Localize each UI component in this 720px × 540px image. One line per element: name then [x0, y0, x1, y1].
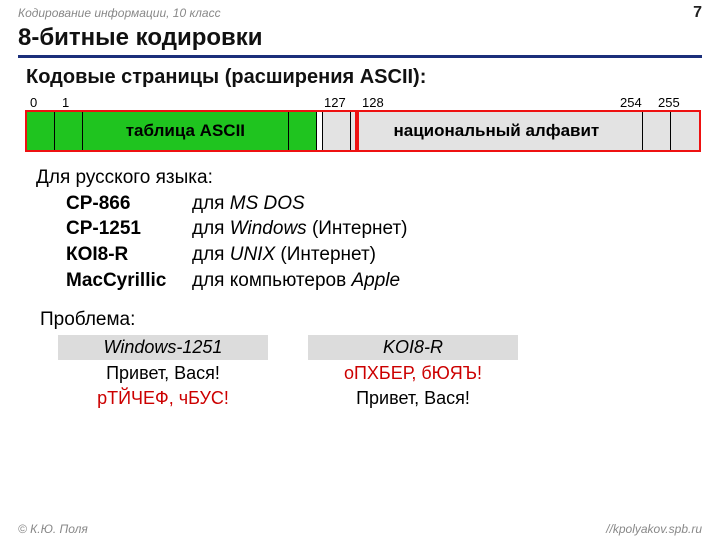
label-0: 0 — [30, 95, 37, 110]
enc-desc: для UNIX (Интернет) — [192, 242, 376, 268]
rus-intro: Для русского языка: — [36, 165, 700, 191]
enc-desc: для MS DOS — [192, 191, 305, 217]
enc-name: CP-866 — [66, 191, 192, 217]
label-254: 254 — [620, 95, 642, 110]
footer-right: //kpolyakov.spb.ru — [606, 522, 702, 536]
enc-row-1: CP-1251 для Windows (Интернет) — [36, 216, 700, 242]
comparison-table: Windows-1251 KOI8-R Привет, Вася! оПХБЕР… — [58, 335, 680, 410]
td-r2c1: рТЙЧЕФ, чБУС! — [58, 387, 268, 410]
slide-title: 8-битные кодировки — [18, 24, 702, 58]
enc-name: CP-1251 — [66, 216, 192, 242]
th-win1251: Windows-1251 — [58, 335, 268, 360]
footer: © К.Ю. Поля //kpolyakov.spb.ru — [18, 522, 702, 536]
slide-header: Кодирование информации, 10 класс 7 — [0, 0, 720, 22]
label-255: 255 — [658, 95, 680, 110]
page-number: 7 — [693, 4, 702, 22]
td-r1c1: Привет, Вася! — [58, 362, 268, 385]
enc-name: MacCyrillic — [66, 268, 192, 294]
course-label: Кодирование информации, 10 класс — [18, 6, 221, 20]
subtitle: Кодовые страницы (расширения ASCII): — [26, 66, 700, 89]
label-127: 127 — [324, 95, 346, 110]
label-1: 1 — [62, 95, 69, 110]
codepage-bar: 0 1 127 128 254 255 таблица ASCII национ… — [26, 95, 700, 151]
enc-row-0: CP-866 для MS DOS — [36, 191, 700, 217]
td-r2c2: Привет, Вася! — [308, 387, 518, 410]
enc-desc: для Windows (Интернет) — [192, 216, 408, 242]
enc-row-2: КОI8-R для UNIX (Интернет) — [36, 242, 700, 268]
enc-name: КОI8-R — [66, 242, 192, 268]
bar-strip: таблица ASCII национальный алфавит — [26, 111, 700, 151]
russian-encodings-section: Для русского языка: CP-866 для MS DOS CP… — [36, 165, 700, 293]
enc-row-3: MacCyrillic для компьютеров Apple — [36, 268, 700, 294]
label-128: 128 — [362, 95, 384, 110]
th-koi8r: KOI8-R — [308, 335, 518, 360]
red-box-left — [25, 110, 357, 152]
problem-label: Проблема: — [40, 309, 700, 331]
bar-scale-labels: 0 1 127 128 254 255 — [26, 95, 700, 111]
footer-left: © К.Ю. Поля — [18, 522, 88, 536]
td-r1c2: оПХБЕР, бЮЯЪ! — [308, 362, 518, 385]
red-box-right — [357, 110, 701, 152]
enc-desc: для компьютеров Apple — [192, 268, 400, 294]
